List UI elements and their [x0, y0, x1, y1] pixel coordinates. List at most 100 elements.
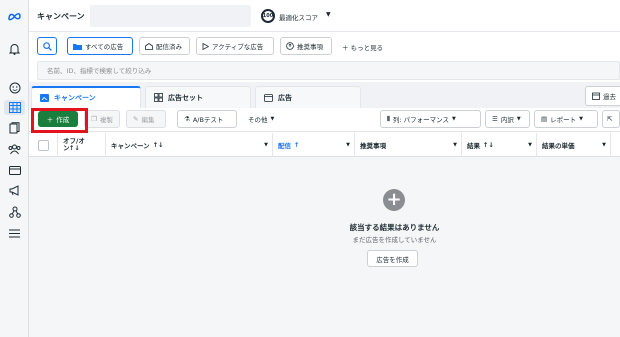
inbox-icon: [145, 42, 153, 50]
column-header-campaign[interactable]: キャンペーン ↑↓ ▼: [106, 133, 273, 157]
pencil-icon: ✎: [133, 115, 139, 123]
reports-label: レポート: [550, 116, 577, 124]
sort-ascending-icon: ↑: [294, 141, 300, 149]
filter-recommendations-label: 推奨事項: [297, 43, 323, 51]
filter-all-ads-button[interactable]: すべての広告: [67, 37, 133, 55]
recommendation-icon: [286, 42, 294, 50]
duplicate-button[interactable]: ❐ 複製: [84, 110, 120, 128]
audience-icon[interactable]: [7, 142, 22, 157]
columns-button[interactable]: ⦀ 列: パフォーマンス ▼: [380, 110, 481, 128]
more-filters-link[interactable]: ＋ もっと見る: [342, 42, 383, 52]
megaphone-icon[interactable]: [7, 183, 22, 198]
highlight-annotation-box: [31, 108, 88, 133]
column-header-results[interactable]: 結果 ↑↓ ▼: [462, 133, 537, 157]
edit-button[interactable]: ✎ 編集: [126, 110, 166, 128]
caret-down-icon: ▼: [346, 142, 350, 148]
column-header-overflow[interactable]: [611, 133, 620, 157]
ab-test-label: A/Bテスト: [192, 116, 224, 124]
chevron-down-icon[interactable]: ▼: [326, 11, 331, 18]
tab-campaigns[interactable]: キャンペーン: [31, 86, 141, 108]
breakdown-button[interactable]: ☰ 内訳 ▼: [485, 110, 530, 128]
breakdown-icon: ☰: [492, 115, 498, 123]
search-icon: [42, 41, 52, 51]
caret-down-icon: ▼: [453, 142, 457, 148]
search-bar: [37, 61, 620, 80]
breakdown-label: 内訳: [500, 116, 514, 124]
create-ad-button[interactable]: 広告を作成: [367, 250, 418, 267]
export-icon: ⇱: [607, 115, 613, 123]
select-all-checkbox[interactable]: [37, 139, 49, 151]
filter-delivered-button[interactable]: 配信済み: [139, 37, 190, 55]
columns-icon: ⦀: [387, 114, 390, 123]
report-icon: ▤: [541, 115, 548, 123]
edit-label: 編集: [141, 116, 155, 124]
filter-delivered-label: 配信済み: [156, 43, 182, 51]
empty-state-title: 該当する結果はありません: [349, 223, 440, 232]
ab-test-button[interactable]: ⚗ A/Bテスト: [177, 110, 237, 128]
top-bar: キャンペーン 100 最適化スコア ▼: [29, 0, 620, 32]
sort-icon: ↑↓: [483, 141, 494, 149]
column-header-cost-per-result[interactable]: 結果の単価 ▼: [537, 133, 611, 157]
sort-icon: ↑↓: [152, 141, 164, 149]
account-selector[interactable]: [90, 5, 251, 27]
column-header-results-label: 結果: [467, 142, 480, 150]
meta-logo-icon[interactable]: [7, 9, 22, 24]
tab-ads-label: 広告: [278, 93, 292, 102]
more-filters-label: もっと見る: [350, 44, 384, 52]
column-header-campaign-label: キャンペーン: [111, 142, 150, 150]
empty-state: + 該当する結果はありません まだ広告を作成していません 広告を作成: [29, 157, 620, 337]
billing-card-icon[interactable]: [7, 163, 22, 178]
table-grid-icon[interactable]: [4, 100, 25, 115]
filter-recommendations-button[interactable]: 推奨事項: [280, 37, 332, 55]
level-tabs: キャンペーン 広告セット 広告 過去: [29, 82, 620, 108]
menu-icon[interactable]: [7, 226, 22, 241]
left-sidebar: [0, 0, 29, 337]
search-input[interactable]: [38, 62, 619, 79]
chevron-down-icon: ▼: [579, 116, 584, 122]
chevron-down-icon: ▼: [516, 116, 521, 122]
pages-icon[interactable]: [7, 120, 22, 135]
action-toolbar: ＋ 作成 ❐ 複製 ✎ 編集 ⚗ A/Bテスト その他 ▼ ⦀ 列: パフォーマ…: [29, 108, 620, 132]
tab-adsets[interactable]: 広告セット: [145, 86, 251, 108]
page-title: キャンペーン: [37, 12, 85, 21]
filter-bar: すべての広告 配信済み アクティブな広告 推奨事項 ＋ もっと見る: [29, 32, 620, 60]
duplicate-label: 複製: [99, 116, 113, 124]
filter-active-ads-button[interactable]: アクティブな広告: [196, 37, 274, 55]
filter-all-ads-label: すべての広告: [85, 43, 124, 51]
caret-down-icon: ▼: [264, 142, 268, 148]
other-menu-button[interactable]: その他 ▼: [241, 110, 287, 128]
bell-icon[interactable]: [7, 41, 22, 56]
filter-active-ads-label: アクティブな広告: [212, 43, 264, 51]
column-header-recommendations-label: 推奨事項: [360, 142, 386, 150]
date-range-button[interactable]: 過去: [585, 86, 620, 106]
empty-state-subtitle: まだ広告を作成していません: [352, 236, 437, 244]
other-label: その他: [248, 116, 268, 124]
table-header: オフ/オン ↑↓ キャンペーン ↑↓ ▼ 配信 ↑ ▼ 推奨事項 ▼ 結果 ↑↓…: [29, 133, 620, 157]
adset-grid-icon: [154, 93, 163, 102]
chevron-down-icon: ▼: [270, 116, 275, 122]
plus-circle-icon: +: [383, 189, 405, 211]
caret-down-icon: ▼: [602, 142, 606, 148]
column-header-toggle[interactable]: オフ/オン ↑↓: [58, 133, 106, 157]
search-toggle-button[interactable]: [37, 37, 57, 55]
face-icon[interactable]: [7, 80, 22, 95]
calendar-icon: [592, 92, 600, 100]
column-header-recommendations[interactable]: 推奨事項 ▼: [355, 133, 462, 157]
campaign-folder-icon: [40, 94, 49, 102]
column-header-delivery[interactable]: 配信 ↑ ▼: [273, 133, 355, 157]
tab-ads[interactable]: 広告: [255, 86, 361, 108]
export-button[interactable]: ⇱: [602, 110, 620, 128]
optimization-score-badge[interactable]: 100: [261, 9, 275, 23]
connections-icon[interactable]: [7, 204, 22, 219]
columns-label: 列: パフォーマンス: [392, 116, 450, 124]
sort-icon: ↑↓: [69, 144, 80, 152]
optimization-score-label[interactable]: 最適化スコア: [279, 12, 318, 22]
tab-campaigns-label: キャンペーン: [54, 94, 96, 102]
play-outline-icon: [202, 42, 209, 50]
reports-button[interactable]: ▤ レポート ▼: [534, 110, 598, 128]
chevron-down-icon: ▼: [452, 116, 456, 122]
folder-icon: [73, 43, 82, 50]
date-range-label: 過去: [603, 93, 616, 101]
select-all-cell: [29, 133, 58, 157]
column-header-delivery-label: 配信: [278, 142, 291, 150]
